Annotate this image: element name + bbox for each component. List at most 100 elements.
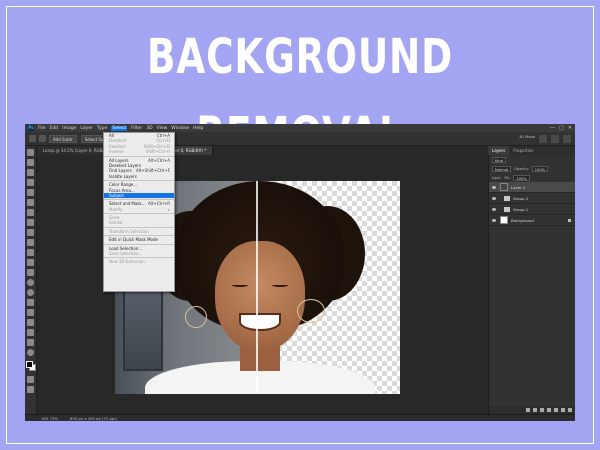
menu-separator [104,257,174,259]
mask-icon[interactable] [540,408,544,412]
brush-tool-icon[interactable] [27,229,34,236]
left-earring [185,306,207,328]
photoshop-window: Ps File Edit Image Layer Type Select Fil… [25,124,575,421]
menu-item-transform-selection[interactable]: Transform Selection [104,229,174,234]
layer-row-group-1[interactable]: Group 1 [489,204,575,215]
adjustment-icon[interactable] [547,408,551,412]
menu-3d[interactable]: 3D [146,126,152,131]
layer-thumbnail [500,216,508,224]
fx-icon[interactable] [533,408,537,412]
folder-icon [504,206,510,212]
status-bar: 163.73% 600 px x 450 px (72 ppi) [25,414,575,421]
visibility-eye-icon[interactable] [492,218,496,222]
blend-mode-select[interactable]: Normal [492,165,512,172]
menu-separator [104,155,174,157]
menu-item-new-3d-extrusion[interactable]: New 3D Extrusion [104,259,174,264]
menu-item-label: New 3D Extrusion [109,259,145,265]
gradient-tool-icon[interactable] [27,269,34,276]
menu-image[interactable]: Image [62,126,76,131]
menu-file[interactable]: File [38,126,46,131]
menu-item-similar[interactable]: Similar [104,220,174,225]
new-layer-icon[interactable] [561,408,565,412]
before-after-divider [256,181,258,394]
hand-tool-icon[interactable] [27,339,34,346]
menu-item-edit-in-quick-mask-mode[interactable]: Edit in Quick Mask Mode [104,237,174,242]
menu-item-label: Select and Mask... [109,201,146,207]
visibility-eye-icon[interactable] [492,207,496,211]
menu-filter[interactable]: Filter [131,126,142,131]
trash-icon[interactable] [568,408,572,412]
marquee-tool-icon[interactable] [27,159,34,166]
lasso-tool-icon[interactable] [27,169,34,176]
history-brush-icon[interactable] [27,249,34,256]
mode-box[interactable]: Add Subtr [49,134,77,143]
menu-window[interactable]: Window [171,126,189,131]
move-tool-icon[interactable] [27,149,34,156]
stamp-tool-icon[interactable] [27,239,34,246]
document-info: 600 px x 450 px (72 ppi) [69,415,117,421]
maximize-icon[interactable]: □ [559,125,564,131]
shape-tool-icon[interactable] [27,329,34,336]
link-icon[interactable] [526,408,530,412]
tool-preset-icon[interactable] [29,135,36,142]
search-icon[interactable] [551,135,559,143]
screen-mode-icon[interactable] [27,386,34,393]
workspace-icon[interactable] [563,135,571,143]
menu-edit[interactable]: Edit [50,126,59,131]
zoom-level[interactable]: 163.73% [41,416,58,421]
crop-tool-icon[interactable] [27,189,34,196]
menu-item-label: Reselect [109,143,126,149]
menu-item-subject[interactable]: Subject [104,192,174,199]
tab-layers[interactable]: Layers [488,146,510,155]
visibility-eye-icon[interactable] [492,196,496,200]
fill-input[interactable]: 100% [513,174,530,181]
color-swatches[interactable] [25,361,36,371]
menu-layer[interactable]: Layer [80,126,93,131]
quick-select-tool-icon[interactable] [27,179,34,186]
menu-item-label: Load Selection... [109,245,143,251]
tab-properties[interactable]: Properties [509,146,537,155]
healing-tool-icon[interactable] [27,219,34,226]
foreground-color-swatch[interactable] [25,361,33,368]
layer-row-background[interactable]: Background [489,215,575,226]
menu-select[interactable]: Select [111,125,128,131]
minimize-icon[interactable]: — [550,125,555,131]
folder-icon[interactable] [554,408,558,412]
visibility-eye-icon[interactable] [492,185,496,189]
kind-filter-select[interactable]: Kind [492,156,506,163]
share-icon[interactable] [539,135,547,143]
type-tool-icon[interactable] [27,309,34,316]
pen-tool-icon[interactable] [27,299,34,306]
menu-help[interactable]: Help [193,126,203,131]
menu-type[interactable]: Type [97,126,107,131]
menu-item-label: Transform Selection [109,228,149,234]
add-selection-icon[interactable] [39,135,46,142]
layers-panel: Kind Normal Opacity: 100% Lock: Fill: 10… [488,155,575,414]
menu-item-label: Grow [109,215,120,221]
menu-item-modify[interactable]: Modify ▸ [104,207,174,212]
blend-row: Normal Opacity: 100% [489,164,575,173]
menu-item-inverse[interactable]: Inverse Shift+Ctrl+I [104,149,174,154]
close-icon[interactable]: ✕ [568,125,572,131]
eyedropper-tool-icon[interactable] [27,209,34,216]
quick-mask-icon[interactable] [27,376,34,383]
frame-tool-icon[interactable] [27,199,34,206]
left-eye [232,283,248,287]
dodge-tool-icon[interactable] [27,289,34,296]
menu-item-isolate-layers[interactable]: Isolate Layers [104,174,174,179]
opacity-input[interactable]: 100% [531,165,549,172]
face [215,241,305,351]
menu-view[interactable]: View [157,126,168,131]
options-right: 3D Mode [519,135,571,143]
layer-name: Layer 1 [511,184,526,190]
blur-tool-icon[interactable] [27,279,34,286]
lock-label: Lock: [492,175,502,180]
photoshop-logo-icon: Ps [28,125,34,131]
menu-item-save-selection[interactable]: Save Selection... [104,251,174,256]
zoom-tool-icon[interactable] [27,349,34,356]
eraser-tool-icon[interactable] [27,259,34,266]
layer-row-group-2[interactable]: Group 2 [489,193,575,204]
layer-row-layer-1[interactable]: Layer 1 [489,182,575,193]
layer-name: Group 2 [513,195,529,201]
path-select-tool-icon[interactable] [27,319,34,326]
